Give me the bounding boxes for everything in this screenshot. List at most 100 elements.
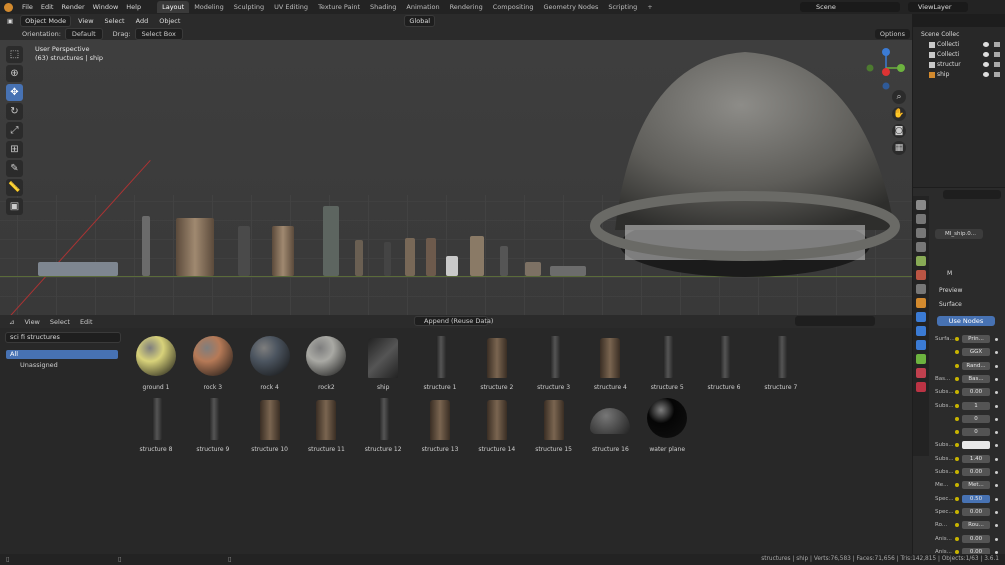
tab-shading[interactable]: Shading: [365, 1, 401, 13]
zoom-icon[interactable]: ⌕: [892, 90, 906, 104]
menu-render[interactable]: Render: [57, 3, 88, 11]
asset-tile[interactable]: structure 10: [242, 392, 298, 454]
menu-file[interactable]: File: [18, 3, 37, 11]
use-nodes-button[interactable]: Use Nodes: [937, 316, 995, 326]
camera-icon[interactable]: [994, 72, 1000, 77]
drag-dropdown[interactable]: Select Box: [134, 27, 183, 40]
add-cube-tool-icon[interactable]: ▣: [6, 198, 23, 215]
property-value[interactable]: Met...: [962, 481, 990, 490]
eye-icon[interactable]: [983, 52, 989, 57]
options-dropdown[interactable]: Options: [874, 28, 910, 39]
particles-tab-icon[interactable]: [916, 326, 926, 336]
tower-model-3[interactable]: [470, 236, 484, 276]
menu-window[interactable]: Window: [89, 3, 123, 11]
material-slot[interactable]: MI_ship.0...: [935, 229, 983, 239]
property-value[interactable]: 0: [962, 428, 990, 437]
crate-model[interactable]: [446, 256, 458, 276]
asset-tile[interactable]: rock2: [298, 330, 354, 392]
property-value[interactable]: 1: [962, 401, 990, 410]
material-tab-icon[interactable]: [916, 368, 926, 378]
dome-model[interactable]: [575, 40, 912, 280]
keyframe-dot-icon[interactable]: [995, 444, 998, 448]
asset-tile[interactable]: rock 3: [185, 330, 241, 392]
property-value[interactable]: [962, 441, 990, 450]
asset-tile[interactable]: structure 9: [185, 392, 241, 454]
navigation-gizmo[interactable]: [866, 44, 906, 92]
asset-tile[interactable]: structure 2: [469, 330, 525, 392]
scale-tool-icon[interactable]: ⤢: [6, 122, 23, 139]
post-model-5[interactable]: [500, 246, 508, 276]
post-model-3[interactable]: [405, 238, 415, 276]
tab-texture-paint[interactable]: Texture Paint: [313, 1, 365, 13]
property-value[interactable]: Bas...: [962, 374, 990, 383]
import-mode-dropdown[interactable]: Append (Reuse Data): [414, 316, 493, 326]
modifier-tab-icon[interactable]: [916, 312, 926, 322]
tab-geometry-nodes[interactable]: Geometry Nodes: [539, 1, 604, 13]
keyframe-dot-icon[interactable]: [995, 457, 998, 461]
keyframe-dot-icon[interactable]: [995, 431, 998, 435]
keyframe-dot-icon[interactable]: [995, 497, 998, 501]
property-row[interactable]: Subs... 0.00: [935, 388, 1003, 397]
menu-object[interactable]: Object: [155, 16, 184, 26]
tower-model[interactable]: [176, 218, 214, 276]
asset-tile[interactable]: structure 15: [526, 392, 582, 454]
post-model-2[interactable]: [384, 242, 391, 276]
render-tab-icon[interactable]: [916, 214, 926, 224]
asset-menu-view[interactable]: View: [19, 318, 44, 326]
object-tab-icon[interactable]: [916, 298, 926, 308]
outliner-scene-collection[interactable]: Scene Collec: [921, 30, 995, 39]
asset-tile[interactable]: ground 1: [128, 330, 184, 392]
keyframe-dot-icon[interactable]: [995, 524, 998, 528]
library-dropdown[interactable]: sci fi structures: [5, 332, 121, 343]
asset-tile[interactable]: structure 12: [355, 392, 411, 454]
tab-layout[interactable]: Layout: [157, 1, 190, 13]
property-value[interactable]: 0.00: [962, 534, 990, 543]
physics-tab-icon[interactable]: [916, 340, 926, 350]
property-row[interactable]: GGX: [935, 348, 1003, 357]
perspective-grid-icon[interactable]: ▦: [892, 141, 906, 155]
pillar-model[interactable]: [238, 226, 250, 276]
asset-search-input[interactable]: [795, 316, 875, 326]
eye-icon[interactable]: [983, 62, 989, 67]
property-row[interactable]: Bas... Bas...: [935, 374, 1003, 384]
keyframe-dot-icon[interactable]: [995, 338, 998, 341]
property-row[interactable]: Me... Met...: [935, 481, 1003, 490]
texture-tab-icon[interactable]: [916, 382, 926, 392]
property-value[interactable]: Prin...: [962, 335, 990, 343]
asset-tile[interactable]: structure 11: [298, 392, 354, 454]
property-value[interactable]: GGX: [962, 348, 990, 357]
asset-tile[interactable]: structure 1: [412, 330, 468, 392]
output-tab-icon[interactable]: [916, 228, 926, 238]
post-model-4[interactable]: [426, 238, 436, 276]
pan-hand-icon[interactable]: ✋: [892, 107, 906, 121]
eye-icon[interactable]: [983, 42, 989, 47]
property-row[interactable]: Spec... 0.50: [935, 494, 1003, 504]
collection-tab-icon[interactable]: [916, 284, 926, 294]
object-mode-dropdown[interactable]: Object Mode: [20, 14, 72, 27]
select-box-tool-icon[interactable]: ⬚: [6, 46, 23, 63]
asset-menu-select[interactable]: Select: [45, 318, 75, 326]
property-row[interactable]: 0: [935, 428, 1003, 437]
property-value[interactable]: 0: [962, 414, 990, 423]
world-tab-icon[interactable]: [916, 270, 926, 280]
scene-tab-icon[interactable]: [916, 256, 926, 266]
scene-selector[interactable]: Scene: [800, 2, 900, 12]
keyframe-dot-icon[interactable]: [995, 510, 998, 514]
tool-tab-icon[interactable]: [916, 200, 926, 210]
eye-icon[interactable]: [983, 72, 989, 77]
keyframe-dot-icon[interactable]: [995, 377, 998, 381]
property-value[interactable]: 0.00: [962, 468, 990, 476]
keyframe-dot-icon[interactable]: [995, 351, 998, 355]
property-value[interactable]: Rand...: [962, 361, 990, 370]
menu-select[interactable]: Select: [101, 16, 129, 26]
measure-tool-icon[interactable]: 📏: [6, 179, 23, 196]
3d-viewport[interactable]: ⬚ ⊕ ✥ ↻ ⤢ ⊞ ✎ 📏 ▣ User Perspective (63) …: [0, 40, 912, 315]
cursor-tool-icon[interactable]: ⊕: [6, 65, 23, 82]
keyframe-dot-icon[interactable]: [995, 404, 998, 408]
orientation-dropdown[interactable]: Default: [64, 27, 103, 40]
asset-tile[interactable]: structure 3: [526, 330, 582, 392]
column-model[interactable]: [323, 206, 339, 276]
annotate-tool-icon[interactable]: ✎: [6, 160, 23, 177]
outliner-row[interactable]: ship: [929, 70, 1003, 79]
post-model[interactable]: [355, 240, 363, 276]
